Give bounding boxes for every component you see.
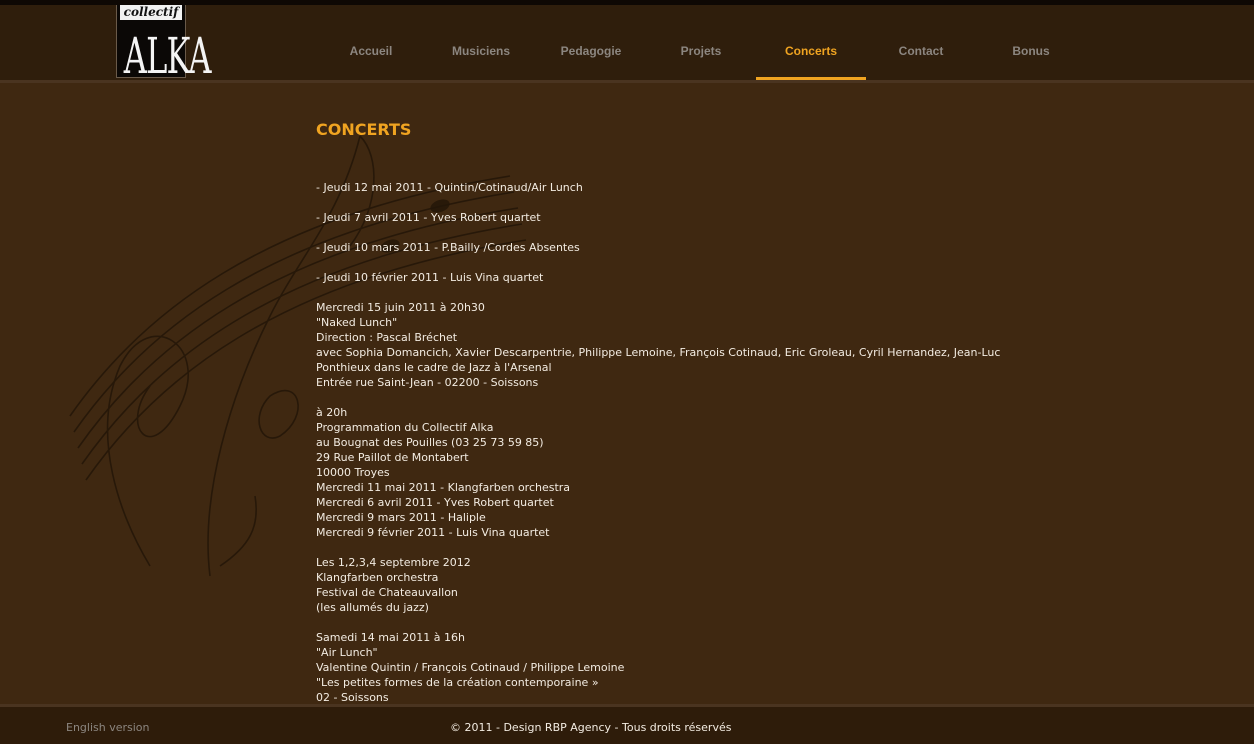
concert-line: Mercredi 15 juin 2011 à 20h30 xyxy=(316,301,485,314)
concert-line xyxy=(316,195,1036,210)
concert-line: avec Sophia Domancich, Xavier Descarpent… xyxy=(316,346,1001,359)
concert-line: Direction : Pascal Bréchet xyxy=(316,331,458,344)
concert-line xyxy=(316,615,1036,630)
concert-line: - Jeudi 10 mars 2011 - P.Bailly /Cordes … xyxy=(316,241,580,254)
concert-line: 10000 Troyes xyxy=(316,466,390,479)
concert-line: à 20h xyxy=(316,406,348,419)
concert-line: - Jeudi 10 février 2011 - Luis Vina quar… xyxy=(316,271,544,284)
nav-item-accueil[interactable]: Accueil xyxy=(316,5,426,80)
concert-line: Valentine Quintin / François Cotinaud / … xyxy=(316,661,625,674)
concert-line: Festival de Chateauvallon xyxy=(316,586,458,599)
concert-line: Mercredi 9 mars 2011 - Haliple xyxy=(316,511,486,524)
concert-line: 29 Rue Paillot de Montabert xyxy=(316,451,469,464)
concert-line: au Bougnat des Pouilles (03 25 73 59 85) xyxy=(316,436,544,449)
main-content: CONCERTS - Jeudi 12 mai 2011 - Quintin/C… xyxy=(316,84,1036,704)
concert-line xyxy=(316,285,1036,300)
concert-line: - Jeudi 12 mai 2011 - Quintin/Cotinaud/A… xyxy=(316,181,583,194)
concert-line: Mercredi 9 février 2011 - Luis Vina quar… xyxy=(316,526,550,539)
concert-line: Entrée rue Saint-Jean - 02200 - Soissons xyxy=(316,376,539,389)
site-header: collectif ALKA Accueil Musiciens Pedagog… xyxy=(0,5,1254,86)
concert-line: Programmation du Collectif Alka xyxy=(316,421,494,434)
site-footer: English version © 2011 - Design RBP Agen… xyxy=(0,704,1254,744)
nav-item-projets[interactable]: Projets xyxy=(646,5,756,80)
concert-line: 02 - Soissons xyxy=(316,691,389,704)
concert-line: "Les petites formes de la création conte… xyxy=(316,676,599,689)
concert-line xyxy=(316,255,1036,270)
concert-line: - Jeudi 7 avril 2011 - Yves Robert quart… xyxy=(316,211,541,224)
concert-line: (les allumés du jazz) xyxy=(316,601,429,614)
concert-line: Mercredi 6 avril 2011 - Yves Robert quar… xyxy=(316,496,554,509)
concert-line: Samedi 14 mai 2011 à 16h xyxy=(316,631,465,644)
concert-line xyxy=(316,225,1036,240)
concert-line xyxy=(316,390,1036,405)
concert-line xyxy=(316,540,1036,555)
page-title: CONCERTS xyxy=(316,120,412,139)
concert-line: Klangfarben orchestra xyxy=(316,571,439,584)
site-logo[interactable]: collectif ALKA xyxy=(116,5,211,86)
logo-alka-text: ALKA xyxy=(123,28,212,86)
concert-line: Mercredi 11 mai 2011 - Klangfarben orche… xyxy=(316,481,571,494)
concert-line: "Naked Lunch" xyxy=(316,316,398,329)
logo-collectif-text: collectif xyxy=(120,5,182,20)
concert-list: - Jeudi 12 mai 2011 - Quintin/Cotinaud/A… xyxy=(316,180,1036,704)
english-version-link[interactable]: English version xyxy=(66,721,150,734)
copyright-text: © 2011 - Design RBP Agency - Tous droits… xyxy=(450,721,732,734)
nav-item-musiciens[interactable]: Musiciens xyxy=(426,5,536,80)
nav-item-pedagogie[interactable]: Pedagogie xyxy=(536,5,646,80)
nav-item-contact[interactable]: Contact xyxy=(866,5,976,80)
concert-line: "Air Lunch" xyxy=(316,646,378,659)
nav-item-concerts[interactable]: Concerts xyxy=(756,5,866,80)
concert-line: Les 1,2,3,4 septembre 2012 xyxy=(316,556,471,569)
concert-line: Ponthieux dans le cadre de Jazz à l'Arse… xyxy=(316,361,552,374)
nav-item-bonus[interactable]: Bonus xyxy=(976,5,1086,80)
